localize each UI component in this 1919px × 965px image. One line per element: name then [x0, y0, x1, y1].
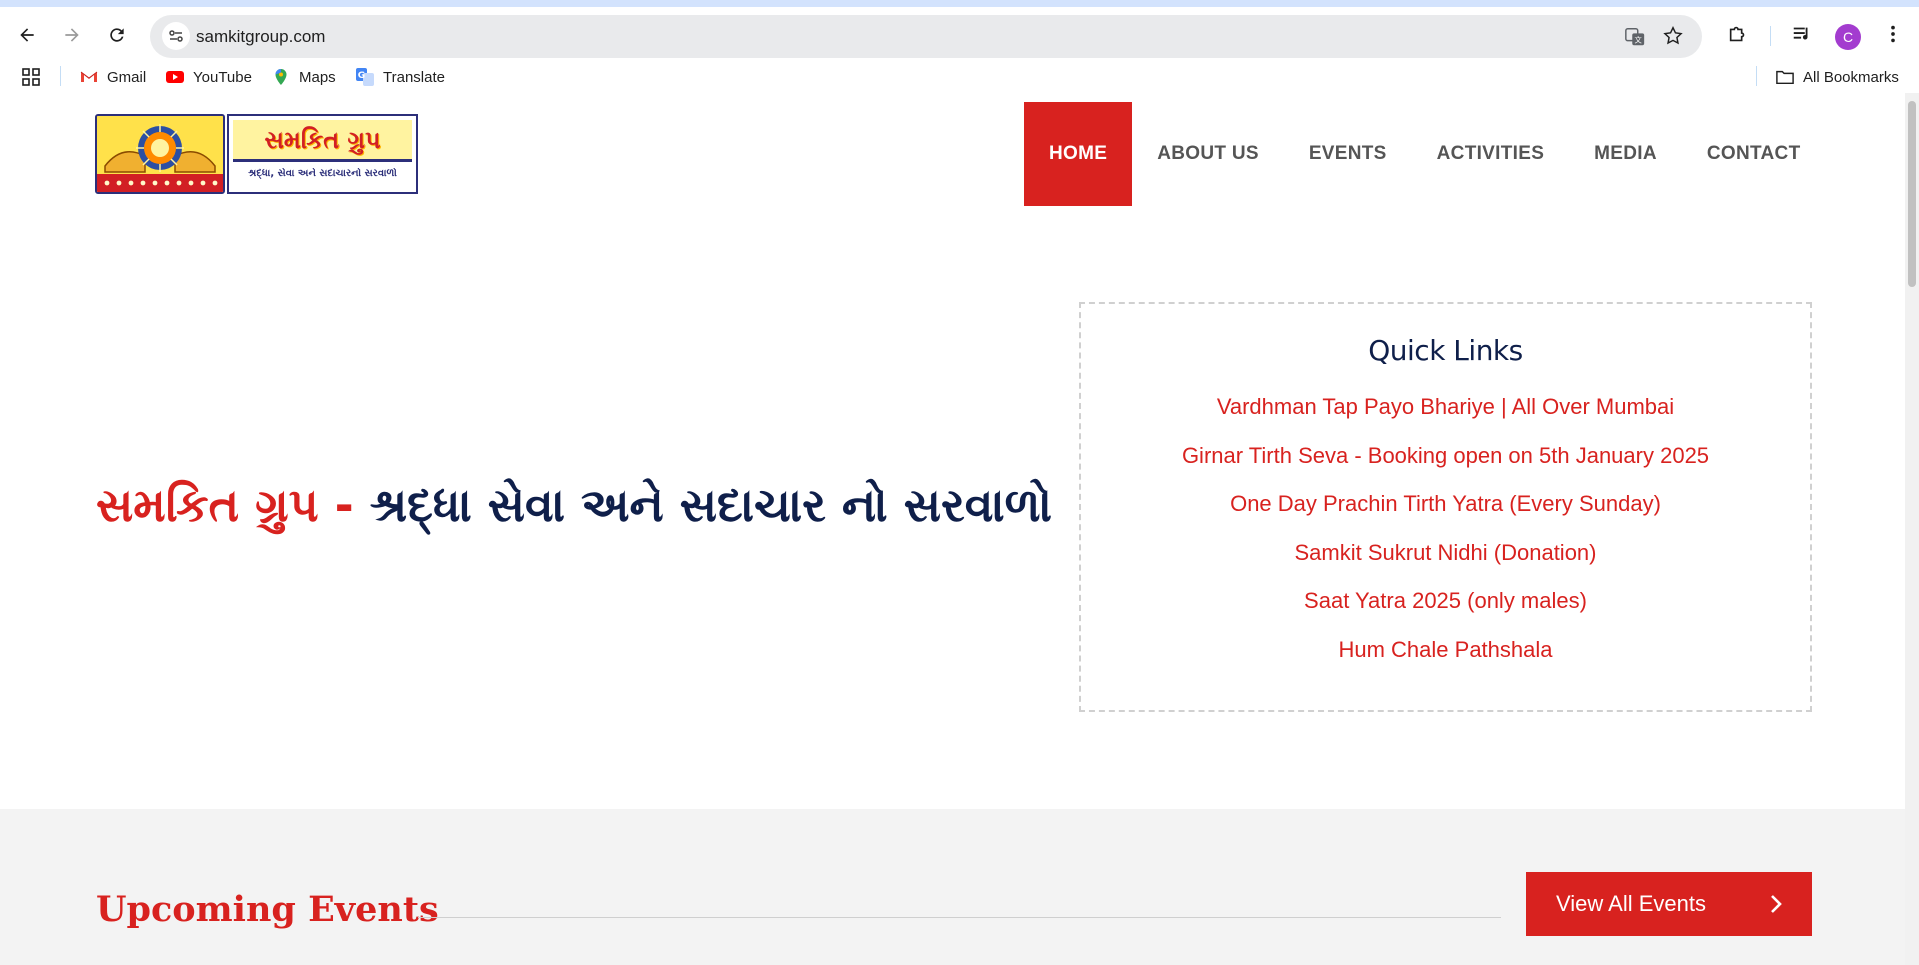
svg-text:G: G: [358, 71, 365, 81]
reload-button[interactable]: [99, 17, 135, 53]
upcoming-events-title: Upcoming Events: [96, 889, 439, 930]
bookmark-translate[interactable]: G Translate: [356, 66, 445, 88]
bookmark-star-icon[interactable]: [1662, 25, 1684, 47]
reload-icon: [110, 28, 124, 42]
quick-links-box: Quick Links Vardhman Tap Payo Bhariye | …: [1079, 302, 1812, 712]
extensions-button[interactable]: [1725, 21, 1751, 47]
all-bookmarks-button[interactable]: All Bookmarks: [1776, 66, 1899, 88]
logo-wordmark: સમકિત ગ્રુપ શ્રદ્ધા, સેવા અને સદાચારનો સ…: [227, 114, 418, 194]
bookmark-label: Translate: [383, 68, 445, 86]
translate-page-icon[interactable]: 文: [1624, 26, 1646, 48]
site-info-icon[interactable]: [162, 22, 190, 50]
playlist-icon: [1793, 27, 1808, 40]
bookmarks-bar: Gmail YouTube Maps G Translate All Bookm…: [0, 60, 1919, 93]
chevron-right-icon: [1771, 895, 1782, 913]
bookmark-label: YouTube: [193, 68, 252, 86]
maps-icon: [275, 69, 287, 85]
web-page: સમકિત ગ્રુપ શ્રદ્ધા, સેવા અને સદાચારનો સ…: [0, 93, 1919, 965]
media-control-button[interactable]: [1789, 21, 1815, 47]
profile-avatar[interactable]: C: [1835, 24, 1861, 50]
logo-subtitle: શ્રદ્ધા, સેવા અને સદાચારનો સરવાળો: [248, 168, 397, 179]
hero-brand: સમકિત ગ્રુપ: [96, 478, 319, 532]
logo-title: સમકિત ગ્રુપ: [264, 125, 381, 154]
gmail-icon: [80, 71, 98, 82]
main-navigation: HOME ABOUT US EVENTS ACTIVITIES MEDIA CO…: [1024, 102, 1825, 206]
folder-icon: [1776, 70, 1794, 85]
apps-button[interactable]: [22, 66, 49, 88]
section-divider: [418, 917, 1501, 918]
nav-media[interactable]: MEDIA: [1569, 102, 1682, 206]
url-text[interactable]: samkitgroup.com: [196, 27, 325, 47]
apps-grid-icon: [22, 68, 40, 86]
nav-about-us[interactable]: ABOUT US: [1132, 102, 1284, 206]
more-vert-icon: [1891, 25, 1895, 43]
nav-events[interactable]: EVENTS: [1284, 102, 1412, 206]
bookmark-youtube[interactable]: YouTube: [166, 66, 252, 88]
youtube-icon: [166, 71, 184, 83]
forward-button[interactable]: [54, 17, 90, 53]
scrollbar-thumb[interactable]: [1908, 101, 1916, 287]
browser-toolbar: samkitgroup.com 文 C: [0, 0, 1919, 60]
quick-link[interactable]: Girnar Tirth Seva - Booking open on 5th …: [1081, 443, 1810, 492]
back-button[interactable]: [9, 17, 45, 53]
bookmark-maps[interactable]: Maps: [272, 66, 336, 88]
hero-tagline: શ્રદ્ધા સેવા અને સદાચાર નો સરવાળો: [369, 478, 1053, 532]
quick-link[interactable]: Samkit Sukrut Nidhi (Donation): [1081, 540, 1810, 589]
quick-links-list: Vardhman Tap Payo Bhariye | All Over Mum…: [1081, 394, 1810, 686]
bookmark-label: Gmail: [107, 68, 147, 86]
address-bar[interactable]: samkitgroup.com 文: [150, 15, 1702, 58]
nav-contact[interactable]: CONTACT: [1682, 102, 1826, 206]
quick-link[interactable]: One Day Prachin Tirth Yatra (Every Sunda…: [1081, 491, 1810, 540]
hero-dash: -: [334, 478, 354, 532]
bookmark-label: Maps: [299, 68, 336, 86]
quick-links-title: Quick Links: [1368, 334, 1523, 367]
bookmarks-divider: [1756, 66, 1757, 86]
bookmarks-divider: [60, 66, 61, 86]
logo-emblem: [95, 114, 225, 194]
view-all-events-label: View All Events: [1556, 891, 1707, 916]
quick-link[interactable]: Saat Yatra 2025 (only males): [1081, 588, 1810, 637]
nav-activities[interactable]: ACTIVITIES: [1412, 102, 1570, 206]
forward-arrow-icon: [65, 28, 79, 42]
quick-link[interactable]: Hum Chale Pathshala: [1081, 637, 1810, 686]
toolbar-divider: [1770, 26, 1771, 46]
translate-icon: G: [356, 68, 374, 86]
site-logo[interactable]: સમકિત ગ્રુપ શ્રદ્ધા, સેવા અને સદાચારનો સ…: [95, 114, 418, 194]
nav-home[interactable]: HOME: [1024, 102, 1133, 206]
svg-text:文: 文: [1635, 36, 1643, 45]
quick-link[interactable]: Vardhman Tap Payo Bhariye | All Over Mum…: [1081, 394, 1810, 443]
bookmark-gmail[interactable]: Gmail: [80, 66, 146, 88]
puzzle-icon: [1729, 26, 1745, 42]
page-scrollbar[interactable]: [1905, 93, 1919, 965]
upcoming-events-section: Upcoming Events View All Events: [0, 809, 1905, 965]
hero-heading: સમકિત ગ્રુપ - શ્રદ્ધા સેવા અને સદાચાર નો…: [96, 478, 1052, 534]
all-bookmarks-label: All Bookmarks: [1803, 68, 1899, 86]
view-all-events-button[interactable]: View All Events: [1526, 872, 1812, 936]
browser-menu-button[interactable]: [1880, 21, 1906, 47]
back-arrow-icon: [20, 28, 34, 42]
